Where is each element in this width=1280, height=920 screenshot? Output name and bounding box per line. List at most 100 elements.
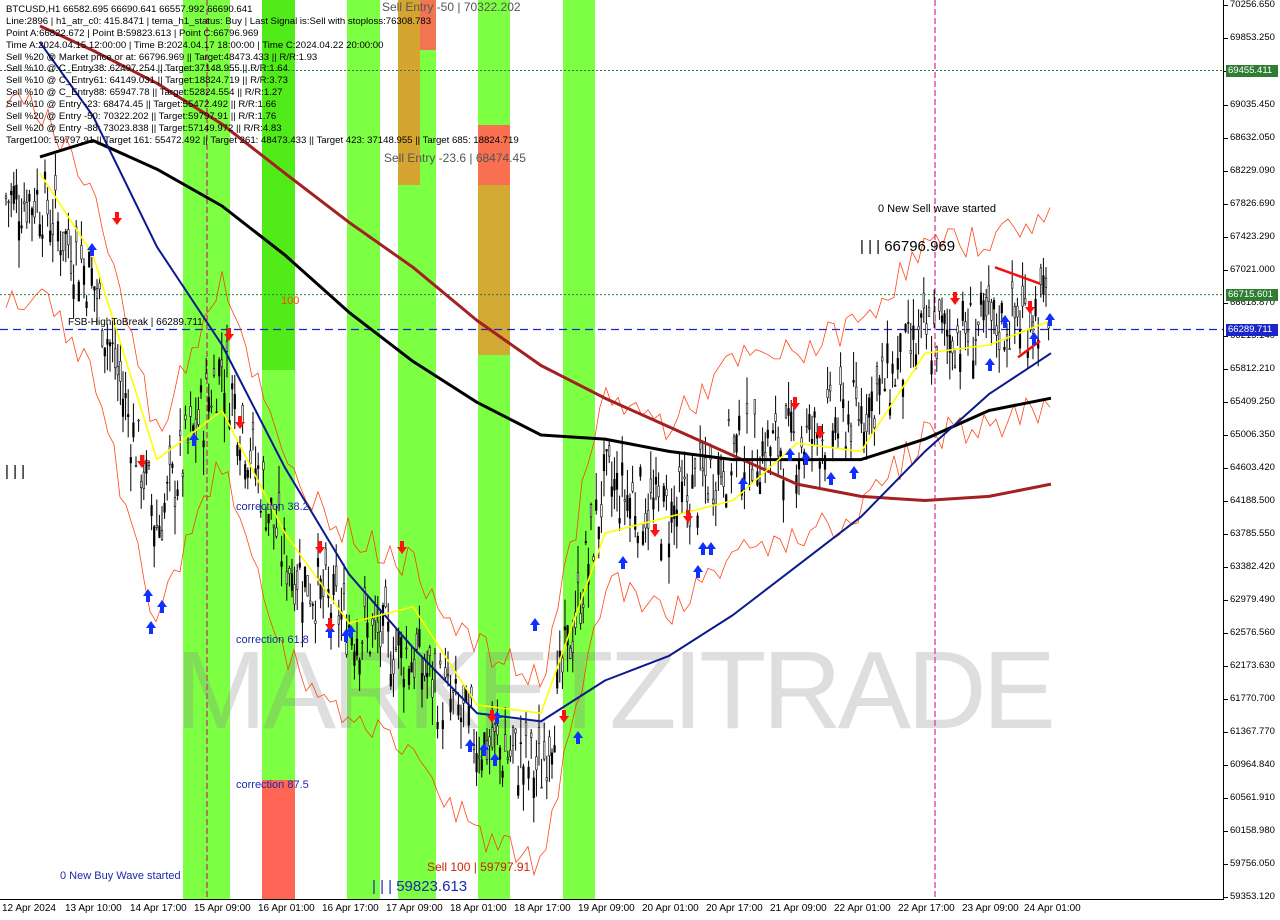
candle-body bbox=[124, 393, 127, 399]
price-tick-label: 68632.050 bbox=[1230, 131, 1275, 143]
candle-body bbox=[836, 433, 840, 439]
price-tick-mark bbox=[1224, 38, 1228, 39]
candle-body bbox=[964, 321, 967, 334]
candle-body bbox=[595, 499, 598, 511]
candle-body bbox=[114, 348, 117, 369]
candle-body bbox=[777, 436, 780, 457]
candle-body bbox=[379, 631, 382, 648]
candle-body bbox=[54, 175, 57, 191]
candle-body bbox=[153, 526, 156, 547]
trendline-lower bbox=[1017, 339, 1041, 359]
candle-body bbox=[940, 315, 944, 323]
candle-body bbox=[753, 399, 756, 415]
candle-body bbox=[444, 667, 447, 678]
candle-body bbox=[389, 673, 392, 687]
candle-body bbox=[961, 301, 964, 321]
candle-body bbox=[571, 641, 574, 653]
candle-body bbox=[134, 465, 138, 467]
candle-body bbox=[524, 721, 528, 736]
candle-body bbox=[290, 573, 294, 591]
candle-body bbox=[233, 393, 236, 410]
candle-body bbox=[236, 444, 239, 456]
candle-body bbox=[522, 766, 525, 785]
candle-body bbox=[314, 620, 317, 624]
candle-body bbox=[496, 725, 499, 736]
candle-body bbox=[428, 647, 431, 656]
candle-body bbox=[959, 353, 962, 372]
candle-body bbox=[881, 356, 884, 362]
candle-body bbox=[805, 425, 808, 428]
candle-body bbox=[306, 575, 309, 597]
candle-body bbox=[602, 454, 606, 472]
candle-body bbox=[875, 366, 879, 385]
price-tick-mark bbox=[1224, 467, 1228, 469]
candle-body bbox=[288, 568, 291, 574]
candle-body bbox=[400, 637, 403, 659]
candle-body bbox=[678, 466, 681, 473]
candle-body bbox=[4, 195, 8, 199]
candle-body bbox=[17, 221, 21, 241]
label-point-c: | | | 66796.969 bbox=[860, 238, 956, 255]
candle-body bbox=[220, 359, 223, 368]
candle-body bbox=[917, 326, 920, 330]
candle-body bbox=[410, 662, 413, 673]
candle-body bbox=[615, 472, 619, 490]
candle-body bbox=[553, 745, 556, 753]
price-tick-label: 60964.840 bbox=[1230, 759, 1275, 771]
chart-area[interactable]: MARKETZITRADE BTCUSD,H1 66582.695 66690.… bbox=[0, 0, 1224, 900]
price-tag-69455: 69455.411 bbox=[1226, 64, 1278, 77]
candle-body bbox=[244, 464, 247, 480]
candle-body bbox=[842, 399, 845, 409]
time-tick-label: 16 Apr 01:00 bbox=[258, 903, 315, 914]
candle-body bbox=[101, 330, 104, 347]
candle-body bbox=[644, 513, 647, 529]
candle-body bbox=[12, 185, 15, 204]
label-left-marker: | | | bbox=[5, 463, 26, 480]
price-tick-label: 64188.500 bbox=[1230, 495, 1275, 507]
candle-body bbox=[311, 604, 314, 606]
candle-body bbox=[527, 766, 530, 779]
candle-body bbox=[192, 425, 195, 431]
candle-body bbox=[886, 343, 889, 364]
candle-body bbox=[930, 360, 933, 375]
time-tick-label: 13 Apr 10:00 bbox=[65, 903, 122, 914]
up-arrow-icon bbox=[618, 556, 628, 569]
candle-body bbox=[865, 414, 868, 432]
candle-body bbox=[701, 467, 704, 472]
candle-body bbox=[452, 690, 455, 693]
candle-body bbox=[712, 498, 715, 504]
candle-body bbox=[506, 757, 509, 760]
candle-body bbox=[62, 231, 65, 252]
candle-body bbox=[608, 445, 611, 457]
price-chart[interactable]: MARKETZITRADE bbox=[0, 0, 1224, 900]
price-axis[interactable]: 70256.650 69853.250 69455.411 69035.450 6863… bbox=[1224, 0, 1280, 902]
candle-body bbox=[766, 429, 769, 439]
candle-body bbox=[397, 631, 400, 646]
price-tick-mark bbox=[1224, 302, 1228, 304]
candle-body bbox=[579, 613, 582, 624]
candle-body bbox=[584, 541, 587, 544]
candle-body bbox=[605, 449, 608, 452]
candle-body bbox=[943, 313, 946, 324]
price-tick-label: 67021.000 bbox=[1230, 263, 1275, 275]
up-arrow-icon bbox=[1045, 313, 1055, 326]
candle-body bbox=[790, 411, 793, 433]
candle-body bbox=[493, 723, 496, 732]
candle-body bbox=[935, 346, 938, 359]
price-tag-66715: 66715.601 bbox=[1226, 288, 1278, 301]
candle-body bbox=[166, 481, 169, 484]
candle-body bbox=[696, 515, 699, 528]
candle-body bbox=[839, 366, 842, 386]
candle-body bbox=[257, 465, 260, 469]
candle-body bbox=[353, 651, 356, 666]
time-axis[interactable]: 12 Apr 2024 13 Apr 10:00 14 Apr 17:00 15 Ap… bbox=[0, 900, 1280, 920]
candle-body bbox=[745, 403, 749, 415]
candle-body bbox=[324, 548, 327, 566]
candle-body bbox=[163, 502, 166, 513]
candle-body bbox=[797, 459, 801, 470]
candle-body bbox=[15, 184, 18, 200]
candle-body bbox=[751, 468, 754, 481]
candle-body bbox=[787, 408, 790, 416]
candle-body bbox=[1008, 348, 1011, 350]
candle-body bbox=[280, 561, 283, 567]
